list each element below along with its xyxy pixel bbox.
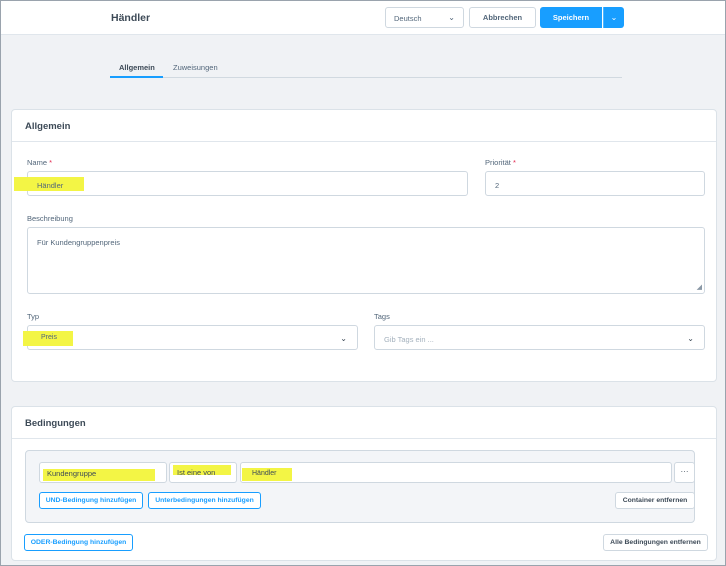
cancel-button[interactable]: Abbrechen [469,7,536,28]
general-section-title: Allgemein [25,121,71,132]
tab-assignments[interactable]: Zuweisungen [173,63,218,72]
type-value: Preis [41,334,57,341]
tags-label: Tags [374,312,390,321]
condition-container: Kundengruppe Ist eine von Händler ··· UN… [25,450,695,523]
name-label-text: Name [27,158,48,167]
page-title: Händler [111,12,151,24]
chevron-down-icon: ⌄ [448,13,455,22]
resize-handle-icon[interactable]: ◢ [697,283,702,291]
description-textarea[interactable]: Für Kundengruppenpreis ◢ [27,227,705,294]
condition-value-select[interactable]: Händler [240,462,672,483]
tags-placeholder: Gib Tags ein ... [384,335,434,344]
language-select[interactable]: Deutsch ⌄ [385,7,464,28]
conditions-card-header: Bedingungen [12,407,716,439]
top-bar: Händler Deutsch ⌄ Abbrechen Speichern ⌄ [1,1,725,35]
more-icon: ··· [680,467,689,476]
tab-general[interactable]: Allgemein [119,63,155,72]
type-label: Typ [27,312,40,321]
chevron-down-icon: ⌄ [610,13,618,22]
type-select[interactable]: Preis ⌄ [23,325,358,350]
add-and-condition-button[interactable]: UND-Bedingung hinzufügen [39,492,143,509]
tags-input[interactable]: Gib Tags ein ... ⌄ [374,325,705,350]
general-card-header: Allgemein [12,110,716,142]
condition-field-select[interactable]: Kundengruppe [39,462,167,483]
description-label: Beschreibung [27,214,73,223]
condition-field-value: Kundengruppe [47,469,97,478]
required-marker: * [49,158,53,167]
chevron-down-icon: ⌄ [340,334,347,343]
chevron-down-icon: ⌄ [687,334,694,343]
active-tab-indicator [110,76,163,78]
tab-bar: Allgemein Zuweisungen [110,60,622,78]
condition-operator-value: Ist eine von [177,468,216,477]
required-marker: * [512,158,516,167]
conditions-card: Bedingungen Kundengruppe Ist eine von Hä… [11,406,717,561]
name-value: Händler [37,181,64,190]
remove-all-conditions-button[interactable]: Alle Bedingungen entfernen [603,534,708,551]
conditions-section-title: Bedingungen [25,418,86,429]
priority-label-text: Priorität [485,158,511,167]
priority-input[interactable]: 2 [485,171,705,196]
add-or-condition-button[interactable]: ODER-Bedingung hinzufügen [24,534,133,551]
save-button[interactable]: Speichern [540,7,602,28]
language-value: Deutsch [394,14,422,23]
name-input[interactable]: Händler [14,171,468,196]
condition-more-button[interactable]: ··· [674,462,695,483]
condition-operator-select[interactable]: Ist eine von [169,462,237,483]
general-card: Allgemein Name * Händler Priorität * 2 B… [11,109,717,382]
priority-value: 2 [495,181,500,190]
remove-container-button[interactable]: Container entfernen [615,492,695,509]
save-options-button[interactable]: ⌄ [603,7,624,28]
condition-selected-value: Händler [252,470,277,477]
description-value: Für Kundengruppenpreis [37,238,120,247]
add-subcondition-button[interactable]: Unterbedingungen hinzufügen [148,492,261,509]
priority-label: Priorität * [485,158,516,167]
name-label: Name * [27,158,52,167]
